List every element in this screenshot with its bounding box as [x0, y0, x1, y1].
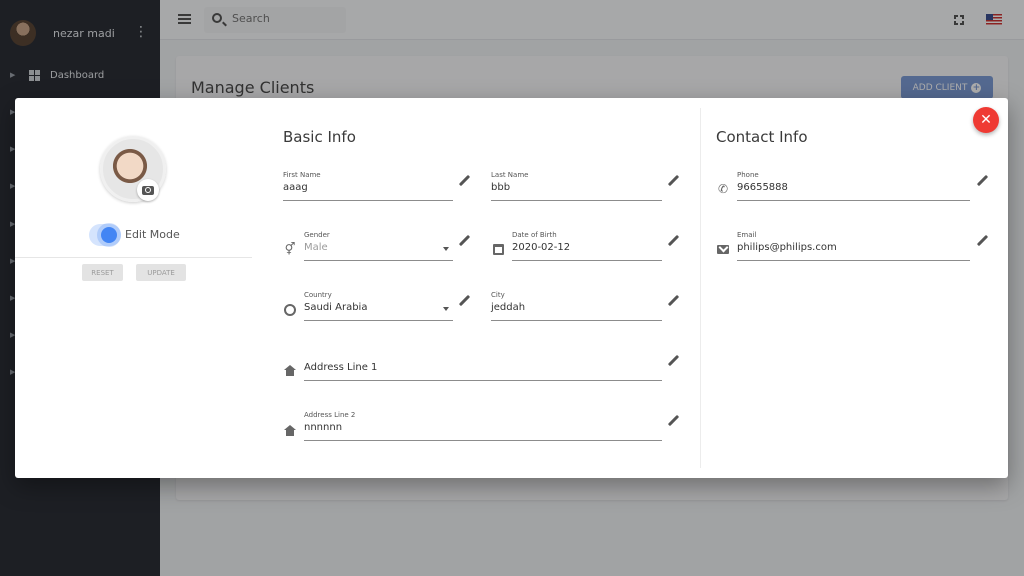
date-of-birth-field[interactable]: Date of Birth 2020-02-12: [512, 231, 662, 261]
gender-icon: ⚥: [284, 242, 296, 256]
field-value: philips@philips.com: [737, 242, 837, 253]
profile-panel: Edit Mode RESET UPDATE: [15, 98, 252, 478]
field-label: City: [491, 291, 505, 299]
field-label: Last Name: [491, 171, 529, 179]
edit-mode-toggle[interactable]: [89, 224, 121, 246]
email-icon: [717, 245, 729, 254]
field-label: Address Line 2: [304, 411, 356, 419]
edit-pencil-icon[interactable]: [667, 235, 679, 247]
field-value: bbb: [491, 182, 511, 193]
phone-field[interactable]: Phone 96655888: [737, 171, 970, 201]
toggle-knob: [101, 227, 117, 243]
field-label: Gender: [304, 231, 330, 239]
field-value: jeddah: [491, 302, 526, 313]
first-name-field[interactable]: First Name aaag: [283, 171, 453, 201]
field-value: 2020-02-12: [512, 242, 571, 253]
edit-pencil-icon[interactable]: [667, 355, 679, 367]
close-modal-button[interactable]: ✕: [973, 107, 999, 133]
gender-select[interactable]: Gender Male: [304, 231, 453, 261]
field-value: Saudi Arabia: [304, 302, 368, 313]
basic-info-title: Basic Info: [283, 128, 356, 146]
dropdown-arrow-icon: [443, 307, 449, 311]
field-label: Date of Birth: [512, 231, 557, 239]
email-field[interactable]: Email philips@philips.com: [737, 231, 970, 261]
phone-icon: ✆: [717, 182, 729, 196]
field-value: Male: [304, 242, 328, 253]
field-label: Phone: [737, 171, 759, 179]
reset-button[interactable]: RESET: [82, 264, 123, 281]
field-value: aaag: [283, 182, 308, 193]
home-icon: [284, 425, 296, 436]
divider: [15, 257, 252, 258]
edit-pencil-icon[interactable]: [458, 175, 470, 187]
edit-pencil-icon[interactable]: [667, 175, 679, 187]
contact-info-title: Contact Info: [716, 128, 808, 146]
field-value: Address Line 1: [304, 362, 378, 373]
country-select[interactable]: Country Saudi Arabia: [304, 291, 453, 321]
dropdown-arrow-icon: [443, 247, 449, 251]
field-value: nnnnnn: [304, 422, 343, 433]
client-edit-modal: Edit Mode RESET UPDATE Basic Info Contac…: [15, 98, 1008, 478]
update-button[interactable]: UPDATE: [136, 264, 186, 281]
edit-mode-label: Edit Mode: [125, 228, 180, 241]
edit-pencil-icon[interactable]: [458, 235, 470, 247]
field-label: Email: [737, 231, 757, 239]
last-name-field[interactable]: Last Name bbb: [491, 171, 662, 201]
edit-pencil-icon[interactable]: [458, 295, 470, 307]
edit-pencil-icon[interactable]: [976, 175, 988, 187]
city-field[interactable]: City jeddah: [491, 291, 662, 321]
edit-pencil-icon[interactable]: [667, 295, 679, 307]
address-line-1-field[interactable]: Address Line 1: [304, 351, 662, 381]
globe-icon: [284, 304, 296, 316]
field-value: 96655888: [737, 182, 788, 193]
calendar-icon: [493, 244, 504, 255]
edit-pencil-icon[interactable]: [976, 235, 988, 247]
address-line-2-field[interactable]: Address Line 2 nnnnnn: [304, 411, 662, 441]
section-divider: [700, 108, 701, 468]
field-label: First Name: [283, 171, 321, 179]
home-icon: [284, 365, 296, 376]
change-photo-button[interactable]: [137, 179, 159, 201]
field-label: Country: [304, 291, 332, 299]
edit-pencil-icon[interactable]: [667, 415, 679, 427]
camera-icon: [142, 185, 154, 195]
